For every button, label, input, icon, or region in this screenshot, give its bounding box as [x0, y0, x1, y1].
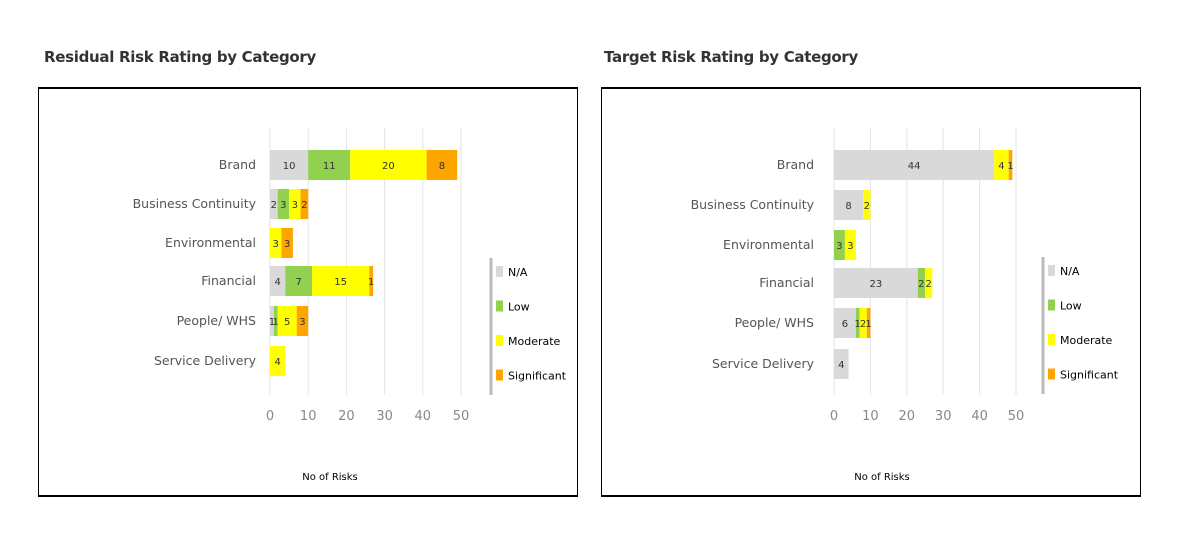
residual-legend-swatch — [496, 300, 503, 312]
target-legend-label: Low — [1060, 300, 1082, 313]
residual-legend-label: Low — [508, 301, 530, 314]
target-data-label: 1 — [865, 319, 871, 330]
target-legend-swatch — [1048, 334, 1055, 345]
target-data-label: 44 — [908, 161, 921, 172]
target-data-label: 8 — [845, 201, 851, 212]
residual-category-label: Environmental — [165, 235, 256, 250]
target-legend-swatch — [1048, 299, 1055, 311]
residual-data-label: 11 — [323, 161, 336, 172]
target-legend-label: N/A — [1060, 265, 1080, 278]
residual-category-label: Business Continuity — [133, 196, 257, 211]
target-legend-swatch — [1048, 265, 1055, 276]
residual-data-label: 3 — [284, 239, 290, 250]
target-x-tick-label: 30 — [935, 409, 952, 424]
residual-data-label: 3 — [280, 200, 286, 211]
target-legend-swatch — [1048, 368, 1055, 380]
residual-legend-label: Significant — [508, 370, 567, 383]
target-x-tick-label: 0 — [830, 409, 838, 424]
residual-data-label: 10 — [283, 161, 296, 172]
target-legend-label: Significant — [1060, 369, 1119, 382]
target-category-label: Brand — [777, 157, 814, 172]
residual-data-label: 8 — [439, 161, 445, 172]
target-data-label: 3 — [836, 241, 842, 252]
residual-data-label: 3 — [273, 239, 279, 250]
residual-x-tick-label: 30 — [376, 409, 393, 424]
target-x-tick-label: 20 — [899, 409, 916, 424]
residual-legend-label: N/A — [508, 266, 528, 279]
target-x-tick-label: 10 — [862, 409, 879, 424]
charts-canvas: 0 10 20 30 40 50No of RisksBrand 10 11 20 8Busine… — [133, 128, 1119, 483]
target-category-label: Service Delivery — [712, 356, 815, 371]
residual-x-tick-label: 20 — [338, 409, 355, 424]
residual-data-label: 3 — [299, 317, 305, 328]
residual-data-label: 4 — [274, 357, 280, 368]
residual-data-label: 1 — [368, 277, 374, 288]
residual-data-label: 15 — [334, 277, 347, 288]
residual-legend-swatch — [496, 369, 503, 381]
target-data-label: 2 — [925, 279, 931, 290]
residual-data-label: 5 — [284, 317, 290, 328]
residual-data-label: 2 — [271, 200, 277, 211]
residual-x-axis-label: No of Risks — [302, 472, 358, 483]
residual-x-tick-label: 50 — [453, 409, 470, 424]
residual-data-label: 2 — [301, 200, 307, 211]
target-category-label: Environmental — [723, 237, 814, 252]
residual-data-label: 20 — [382, 161, 395, 172]
target-data-label: 1 — [1007, 161, 1013, 172]
residual-category-label: Brand — [219, 157, 256, 172]
residual-legend-swatch — [496, 335, 503, 346]
residual-x-tick-label: 40 — [415, 409, 432, 424]
target-data-label: 23 — [869, 279, 882, 290]
target-data-label: 4 — [838, 360, 844, 371]
target-x-tick-label: 40 — [971, 409, 988, 424]
residual-category-label: Service Delivery — [154, 353, 257, 368]
target-x-axis-label: No of Risks — [854, 472, 910, 483]
target-x-tick-label: 50 — [1008, 409, 1025, 424]
target-category-label: People/ WHS — [735, 315, 814, 330]
target-legend-label: Moderate — [1060, 334, 1113, 347]
residual-category-label: Financial — [201, 273, 256, 288]
residual-legend-swatch — [496, 266, 503, 277]
residual-x-tick-label: 0 — [266, 409, 274, 424]
residual-data-label: 7 — [295, 277, 301, 288]
target-data-label: 3 — [847, 241, 853, 252]
target-data-label: 2 — [864, 201, 870, 212]
target-data-label: 6 — [842, 319, 848, 330]
target-category-label: Financial — [759, 275, 814, 290]
residual-data-label: 3 — [292, 200, 298, 211]
residual-category-label: People/ WHS — [177, 313, 256, 328]
residual-legend-label: Moderate — [508, 335, 561, 348]
residual-x-tick-label: 10 — [300, 409, 317, 424]
residual-data-label: 4 — [274, 277, 280, 288]
target-data-label: 2 — [918, 279, 924, 290]
target-data-label: 4 — [998, 161, 1004, 172]
target-category-label: Business Continuity — [691, 197, 815, 212]
